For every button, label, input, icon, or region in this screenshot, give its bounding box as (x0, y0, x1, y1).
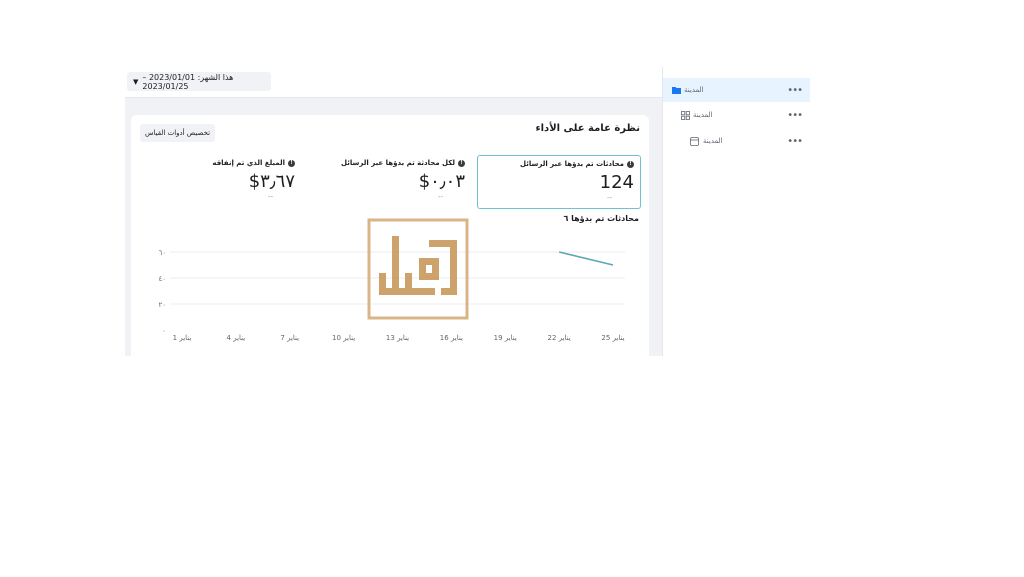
y-tick-label: ٠ (162, 327, 166, 335)
more-icon[interactable]: ••• (787, 136, 803, 147)
grid-icon (681, 111, 690, 120)
sidebar-item-label: المدينة (703, 137, 723, 145)
metric-label: ! محادثات تم بدؤها عبر الرسائل (520, 160, 634, 168)
metric-value: ٣٫٦٧$ (248, 171, 295, 192)
y-tick-label: ٤٠ (158, 275, 166, 283)
metric-value: ٠٫٠٣$ (418, 171, 465, 192)
x-tick-label: 4 يناير (227, 334, 246, 342)
metric-conversations[interactable]: ! محادثات تم بدؤها عبر الرسائل 124 -- (477, 155, 641, 209)
customize-metrics-button[interactable]: تخصيص أدوات القياس (140, 124, 215, 142)
sidebar-item-label: المدينة (684, 86, 704, 94)
series-line (558, 251, 614, 266)
x-tick-label: 16 يناير (440, 334, 463, 342)
folder-icon (672, 87, 681, 94)
sidebar-item-campaign[interactable]: المدينة ••• (663, 78, 810, 102)
metric-delta: -- (437, 193, 443, 201)
metric-delta: -- (267, 193, 273, 201)
more-icon[interactable]: ••• (787, 85, 803, 96)
metric-value: 124 (599, 172, 634, 193)
x-tick-label: 19 يناير (494, 334, 517, 342)
date-range-label: هذا الشهر: 2023/01/01 – 2023/01/25 (142, 72, 234, 91)
x-tick-label: 1 يناير (173, 334, 192, 342)
info-icon[interactable]: ! (627, 160, 634, 168)
metric-amount-spent[interactable]: ! المبلغ الذي تم إنفاقه ٣٫٦٧$ -- (137, 155, 301, 209)
sidebar-item-ad[interactable]: المدينة ••• (663, 129, 810, 153)
ad-icon (690, 137, 699, 146)
info-icon[interactable]: ! (288, 159, 295, 167)
card-title: نظرة عامة على الأداء (535, 123, 640, 134)
y-tick-label: ٦٠ (158, 249, 166, 257)
sidebar-item-adset[interactable]: المدينة ••• (663, 103, 810, 127)
metric-cost-per-conversation[interactable]: ! لكل محادثة تم بدؤها عبر الرسائل ٠٫٠٣$ … (307, 155, 471, 209)
x-tick-label: 22 يناير (548, 334, 571, 342)
metric-label: ! لكل محادثة تم بدؤها عبر الرسائل (341, 159, 465, 167)
metric-delta: -- (606, 194, 612, 202)
sidebar-item-label: المدينة (693, 111, 713, 119)
metric-label: ! المبلغ الذي تم إنفاقه (212, 159, 295, 167)
date-range-button[interactable]: ▼ هذا الشهر: 2023/01/01 – 2023/01/25 (127, 72, 271, 91)
info-icon[interactable]: ! (458, 159, 465, 167)
brand-logo-icon (367, 218, 469, 320)
y-tick-label: ٢٠ (158, 301, 166, 309)
chart-title: محادثات تم بدؤها ٦ (563, 214, 639, 223)
x-tick-label: 7 يناير (280, 334, 299, 342)
x-tick-label: 13 يناير (386, 334, 409, 342)
more-icon[interactable]: ••• (787, 110, 803, 121)
x-tick-label: 25 يناير (601, 334, 624, 342)
x-tick-label: 10 يناير (332, 334, 355, 342)
chevron-down-icon: ▼ (133, 77, 139, 86)
